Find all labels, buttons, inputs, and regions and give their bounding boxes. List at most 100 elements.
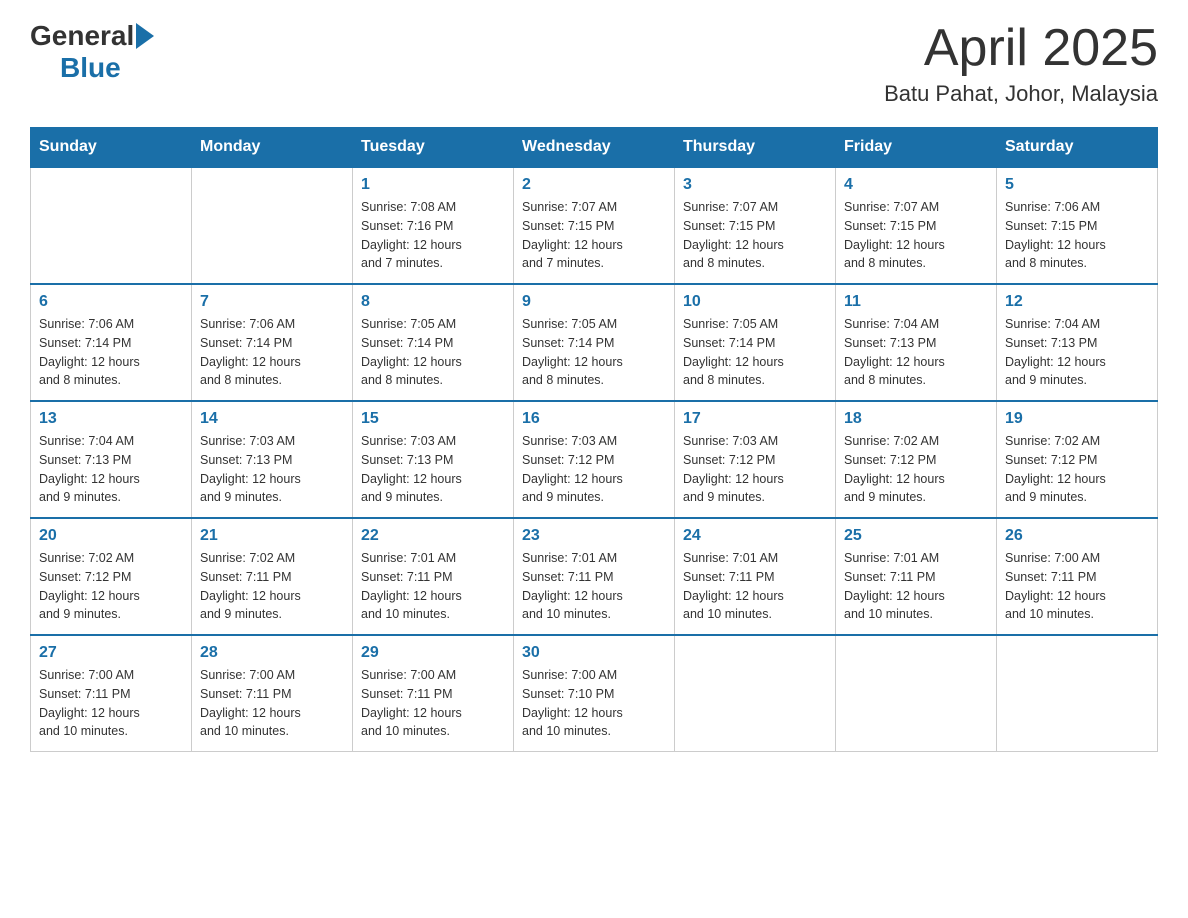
calendar-cell: 1 Sunrise: 7:08 AM Sunset: 7:16 PM Daylig… [353, 167, 514, 284]
calendar-cell: 19 Sunrise: 7:02 AM Sunset: 7:12 PM Dayli… [997, 401, 1158, 518]
day-info: Sunrise: 7:01 AM Sunset: 7:11 PM Dayligh… [361, 549, 505, 624]
day-number: 15 [361, 410, 505, 428]
calendar-cell: 6 Sunrise: 7:06 AM Sunset: 7:14 PM Daylig… [31, 284, 192, 401]
day-number: 5 [1005, 176, 1149, 194]
day-number: 22 [361, 527, 505, 545]
day-info: Sunrise: 7:02 AM Sunset: 7:12 PM Dayligh… [1005, 432, 1149, 507]
calendar-week-row: 6 Sunrise: 7:06 AM Sunset: 7:14 PM Daylig… [31, 284, 1158, 401]
calendar-cell: 25 Sunrise: 7:01 AM Sunset: 7:11 PM Dayli… [836, 518, 997, 635]
day-number: 10 [683, 293, 827, 311]
day-number: 1 [361, 176, 505, 194]
calendar-cell: 26 Sunrise: 7:00 AM Sunset: 7:11 PM Dayli… [997, 518, 1158, 635]
day-info: Sunrise: 7:03 AM Sunset: 7:12 PM Dayligh… [683, 432, 827, 507]
calendar-cell: 8Sunrise: 7:05 AM Sunset: 7:14 PM Daylig… [353, 284, 514, 401]
day-info: Sunrise: 7:00 AM Sunset: 7:11 PM Dayligh… [1005, 549, 1149, 624]
calendar-cell: 17 Sunrise: 7:03 AM Sunset: 7:12 PM Dayli… [675, 401, 836, 518]
day-info: Sunrise: 7:01 AM Sunset: 7:11 PM Dayligh… [844, 549, 988, 624]
day-info: Sunrise: 7:00 AM Sunset: 7:10 PM Dayligh… [522, 666, 666, 741]
title-block: April 2025 Batu Pahat, Johor, Malaysia [884, 20, 1158, 107]
calendar-cell: 29Sunrise: 7:00 AM Sunset: 7:11 PM Dayli… [353, 635, 514, 752]
day-info: Sunrise: 7:02 AM Sunset: 7:11 PM Dayligh… [200, 549, 344, 624]
day-number: 23 [522, 527, 666, 545]
day-info: Sunrise: 7:08 AM Sunset: 7:16 PM Dayligh… [361, 198, 505, 273]
calendar-cell: 4 Sunrise: 7:07 AM Sunset: 7:15 PM Daylig… [836, 167, 997, 284]
day-number: 30 [522, 644, 666, 662]
calendar-cell: 2 Sunrise: 7:07 AM Sunset: 7:15 PM Daylig… [514, 167, 675, 284]
day-number: 16 [522, 410, 666, 428]
day-number: 2 [522, 176, 666, 194]
day-number: 8 [361, 293, 505, 311]
day-info: Sunrise: 7:02 AM Sunset: 7:12 PM Dayligh… [844, 432, 988, 507]
logo-chevron-icon [136, 23, 154, 49]
day-of-week-header: Sunday [31, 128, 192, 168]
day-number: 13 [39, 410, 183, 428]
day-number: 29 [361, 644, 505, 662]
calendar-cell: 5 Sunrise: 7:06 AM Sunset: 7:15 PM Daylig… [997, 167, 1158, 284]
day-info: Sunrise: 7:00 AM Sunset: 7:11 PM Dayligh… [39, 666, 183, 741]
calendar-cell: 24 Sunrise: 7:01 AM Sunset: 7:11 PM Dayli… [675, 518, 836, 635]
logo-blue-text: Blue [60, 52, 121, 84]
calendar-cell [997, 635, 1158, 752]
calendar-cell: 14Sunrise: 7:03 AM Sunset: 7:13 PM Dayli… [192, 401, 353, 518]
day-info: Sunrise: 7:04 AM Sunset: 7:13 PM Dayligh… [1005, 315, 1149, 390]
calendar-cell: 22 Sunrise: 7:01 AM Sunset: 7:11 PM Dayli… [353, 518, 514, 635]
day-info: Sunrise: 7:06 AM Sunset: 7:14 PM Dayligh… [39, 315, 183, 390]
day-number: 17 [683, 410, 827, 428]
day-number: 21 [200, 527, 344, 545]
calendar-cell: 9 Sunrise: 7:05 AM Sunset: 7:14 PM Daylig… [514, 284, 675, 401]
day-number: 18 [844, 410, 988, 428]
day-info: Sunrise: 7:01 AM Sunset: 7:11 PM Dayligh… [522, 549, 666, 624]
day-of-week-header: Thursday [675, 128, 836, 168]
calendar-cell: 12 Sunrise: 7:04 AM Sunset: 7:13 PM Dayli… [997, 284, 1158, 401]
logo-general-text: General [30, 20, 134, 52]
day-of-week-header: Monday [192, 128, 353, 168]
day-info: Sunrise: 7:00 AM Sunset: 7:11 PM Dayligh… [200, 666, 344, 741]
day-info: Sunrise: 7:04 AM Sunset: 7:13 PM Dayligh… [844, 315, 988, 390]
day-info: Sunrise: 7:07 AM Sunset: 7:15 PM Dayligh… [683, 198, 827, 273]
calendar-cell: 21 Sunrise: 7:02 AM Sunset: 7:11 PM Dayli… [192, 518, 353, 635]
day-number: 27 [39, 644, 183, 662]
logo: General Blue [30, 20, 154, 84]
day-number: 4 [844, 176, 988, 194]
page-title: April 2025 [884, 20, 1158, 77]
day-info: Sunrise: 7:01 AM Sunset: 7:11 PM Dayligh… [683, 549, 827, 624]
page-subtitle: Batu Pahat, Johor, Malaysia [884, 81, 1158, 107]
day-number: 12 [1005, 293, 1149, 311]
calendar-header: SundayMondayTuesdayWednesdayThursdayFrid… [31, 128, 1158, 168]
calendar-cell: 3Sunrise: 7:07 AM Sunset: 7:15 PM Daylig… [675, 167, 836, 284]
day-number: 14 [200, 410, 344, 428]
calendar-cell: 20Sunrise: 7:02 AM Sunset: 7:12 PM Dayli… [31, 518, 192, 635]
day-number: 25 [844, 527, 988, 545]
calendar-cell: 16 Sunrise: 7:03 AM Sunset: 7:12 PM Dayli… [514, 401, 675, 518]
calendar-week-row: 13 Sunrise: 7:04 AM Sunset: 7:13 PM Dayli… [31, 401, 1158, 518]
day-number: 26 [1005, 527, 1149, 545]
day-number: 19 [1005, 410, 1149, 428]
day-header-row: SundayMondayTuesdayWednesdayThursdayFrid… [31, 128, 1158, 168]
calendar-week-row: 20Sunrise: 7:02 AM Sunset: 7:12 PM Dayli… [31, 518, 1158, 635]
day-of-week-header: Saturday [997, 128, 1158, 168]
day-info: Sunrise: 7:03 AM Sunset: 7:13 PM Dayligh… [361, 432, 505, 507]
day-of-week-header: Tuesday [353, 128, 514, 168]
day-number: 20 [39, 527, 183, 545]
day-of-week-header: Friday [836, 128, 997, 168]
calendar-cell: 18 Sunrise: 7:02 AM Sunset: 7:12 PM Dayli… [836, 401, 997, 518]
calendar-cell: 23 Sunrise: 7:01 AM Sunset: 7:11 PM Dayli… [514, 518, 675, 635]
calendar-week-row: 1 Sunrise: 7:08 AM Sunset: 7:16 PM Daylig… [31, 167, 1158, 284]
day-info: Sunrise: 7:07 AM Sunset: 7:15 PM Dayligh… [522, 198, 666, 273]
day-info: Sunrise: 7:04 AM Sunset: 7:13 PM Dayligh… [39, 432, 183, 507]
day-info: Sunrise: 7:05 AM Sunset: 7:14 PM Dayligh… [522, 315, 666, 390]
day-number: 6 [39, 293, 183, 311]
day-number: 28 [200, 644, 344, 662]
calendar-body: 1 Sunrise: 7:08 AM Sunset: 7:16 PM Daylig… [31, 167, 1158, 752]
day-number: 11 [844, 293, 988, 311]
calendar-cell: 27 Sunrise: 7:00 AM Sunset: 7:11 PM Dayli… [31, 635, 192, 752]
calendar-cell [675, 635, 836, 752]
day-info: Sunrise: 7:07 AM Sunset: 7:15 PM Dayligh… [844, 198, 988, 273]
day-info: Sunrise: 7:03 AM Sunset: 7:12 PM Dayligh… [522, 432, 666, 507]
day-info: Sunrise: 7:06 AM Sunset: 7:15 PM Dayligh… [1005, 198, 1149, 273]
calendar-cell [836, 635, 997, 752]
day-number: 7 [200, 293, 344, 311]
day-number: 9 [522, 293, 666, 311]
calendar-cell: 15 Sunrise: 7:03 AM Sunset: 7:13 PM Dayli… [353, 401, 514, 518]
day-number: 24 [683, 527, 827, 545]
